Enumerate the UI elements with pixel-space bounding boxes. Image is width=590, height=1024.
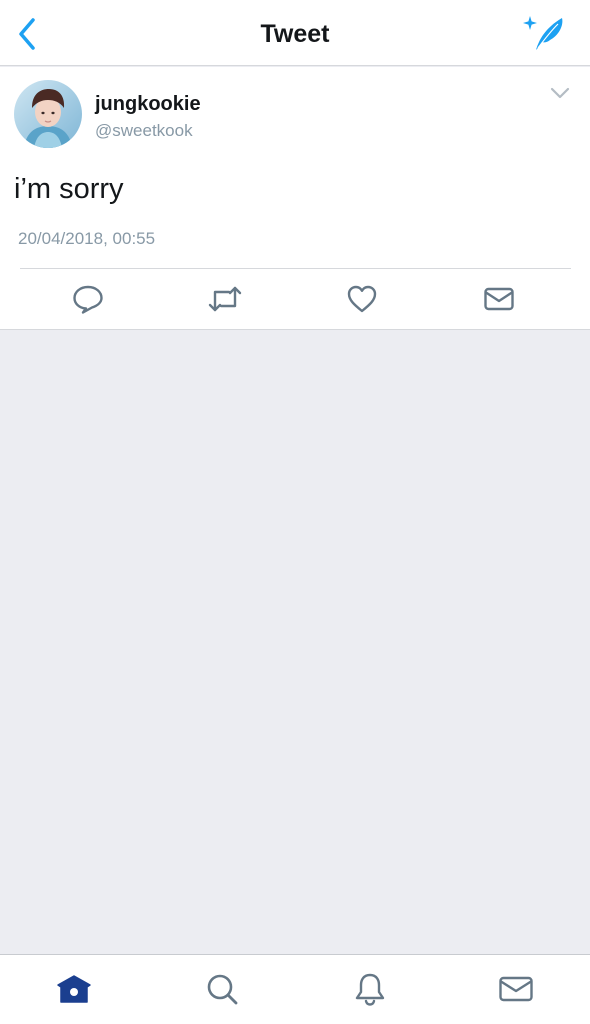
avatar[interactable] bbox=[14, 80, 82, 148]
envelope-icon bbox=[499, 976, 533, 1002]
search-icon bbox=[207, 974, 238, 1005]
user-handle[interactable]: @sweetkook bbox=[95, 121, 193, 141]
divider bbox=[20, 268, 571, 269]
heart-icon bbox=[347, 285, 377, 313]
tweet-menu-button[interactable] bbox=[548, 85, 572, 101]
tab-home[interactable] bbox=[54, 971, 94, 1007]
reply-icon bbox=[73, 285, 103, 314]
tab-notifications[interactable] bbox=[350, 971, 390, 1007]
bell-icon bbox=[355, 973, 385, 1006]
tweet-timestamp: 20/04/2018, 00:55 bbox=[18, 229, 156, 248]
compose-button[interactable] bbox=[520, 12, 568, 54]
tweet-text: i’m sorry bbox=[14, 173, 124, 205]
retweet-button[interactable] bbox=[207, 283, 243, 315]
envelope-icon bbox=[484, 287, 514, 311]
tweet-card: jungkookie @sweetkook i’m sorry 20/04/20… bbox=[0, 67, 590, 330]
home-icon bbox=[57, 975, 91, 1003]
tab-search[interactable] bbox=[202, 971, 242, 1007]
direct-message-button[interactable] bbox=[481, 283, 517, 315]
profile-photo bbox=[14, 80, 82, 148]
display-name[interactable]: jungkookie bbox=[95, 93, 201, 116]
like-button[interactable] bbox=[344, 283, 380, 315]
retweet-icon bbox=[208, 286, 242, 312]
compose-feather-icon bbox=[523, 16, 563, 50]
reply-button[interactable] bbox=[70, 283, 106, 315]
tab-messages[interactable] bbox=[496, 971, 536, 1007]
top-nav-bar: Tweet bbox=[0, 0, 590, 66]
bottom-tab-bar bbox=[0, 954, 590, 1024]
page-title: Tweet bbox=[260, 20, 330, 48]
chevron-down-icon bbox=[550, 87, 570, 99]
